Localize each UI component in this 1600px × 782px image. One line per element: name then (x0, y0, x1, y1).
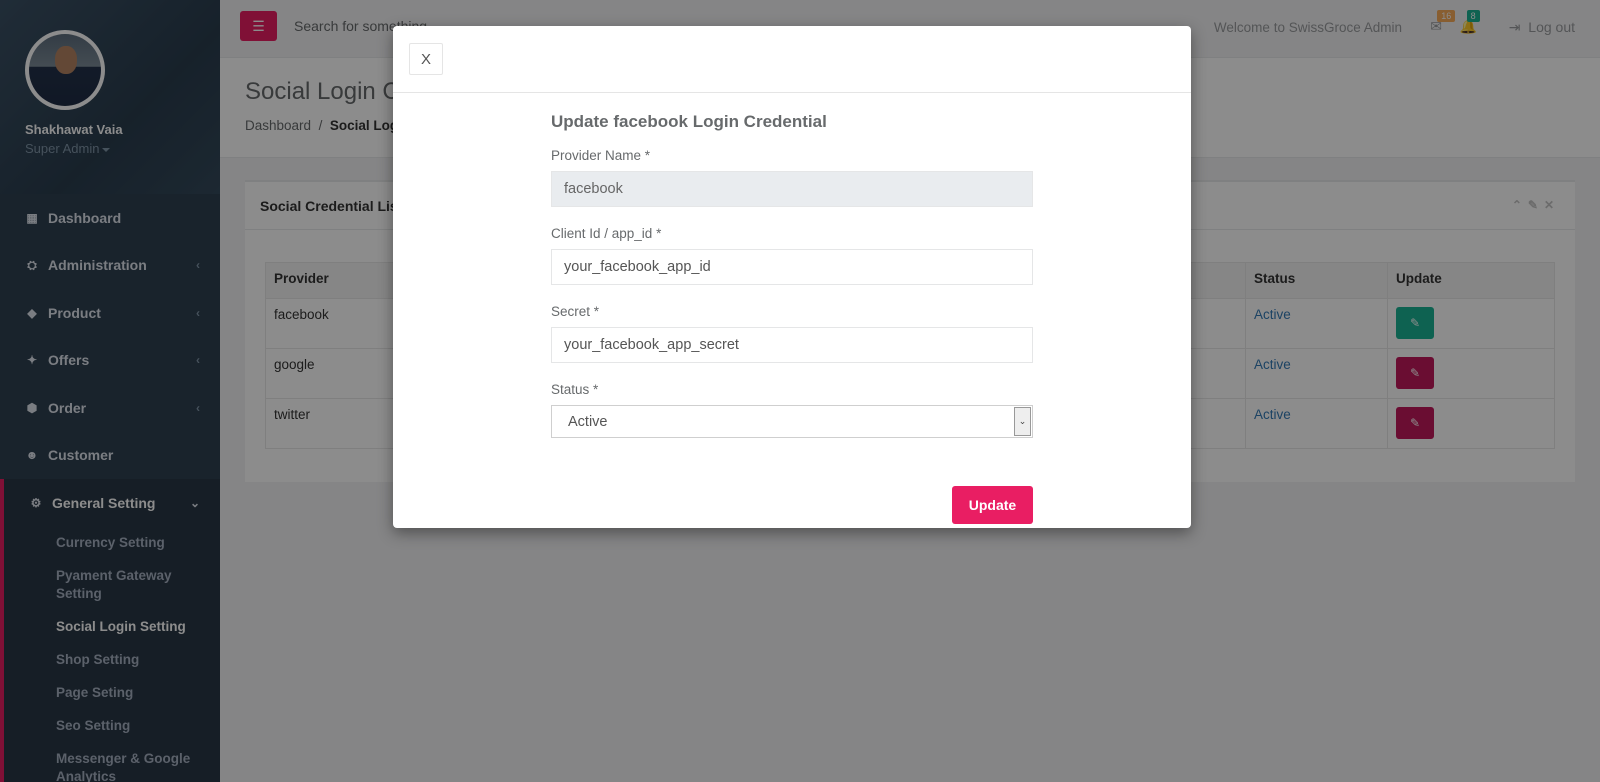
modal-title: Update facebook Login Credential (551, 112, 827, 131)
update-credential-modal: X Update facebook Login Credential Provi… (393, 26, 1191, 528)
status-select[interactable]: Active ⌄ (551, 405, 1033, 438)
status-select-value: Active (568, 413, 608, 430)
update-button[interactable]: Update (952, 486, 1033, 524)
client-id-field[interactable]: your_facebook_app_id (551, 249, 1033, 285)
status-label: Status * (551, 382, 599, 397)
provider-name-label: Provider Name * (551, 148, 651, 163)
provider-name-field: facebook (551, 171, 1033, 207)
chevron-down-icon: ⌄ (1014, 407, 1031, 436)
client-id-label: Client Id / app_id * (551, 226, 662, 241)
modal-header: X (393, 26, 1191, 93)
modal-body: Update facebook Login Credential Provide… (551, 112, 1033, 524)
secret-label: Secret * (551, 304, 600, 319)
secret-field[interactable]: your_facebook_app_secret (551, 327, 1033, 363)
modal-close-button[interactable]: X (409, 43, 443, 75)
